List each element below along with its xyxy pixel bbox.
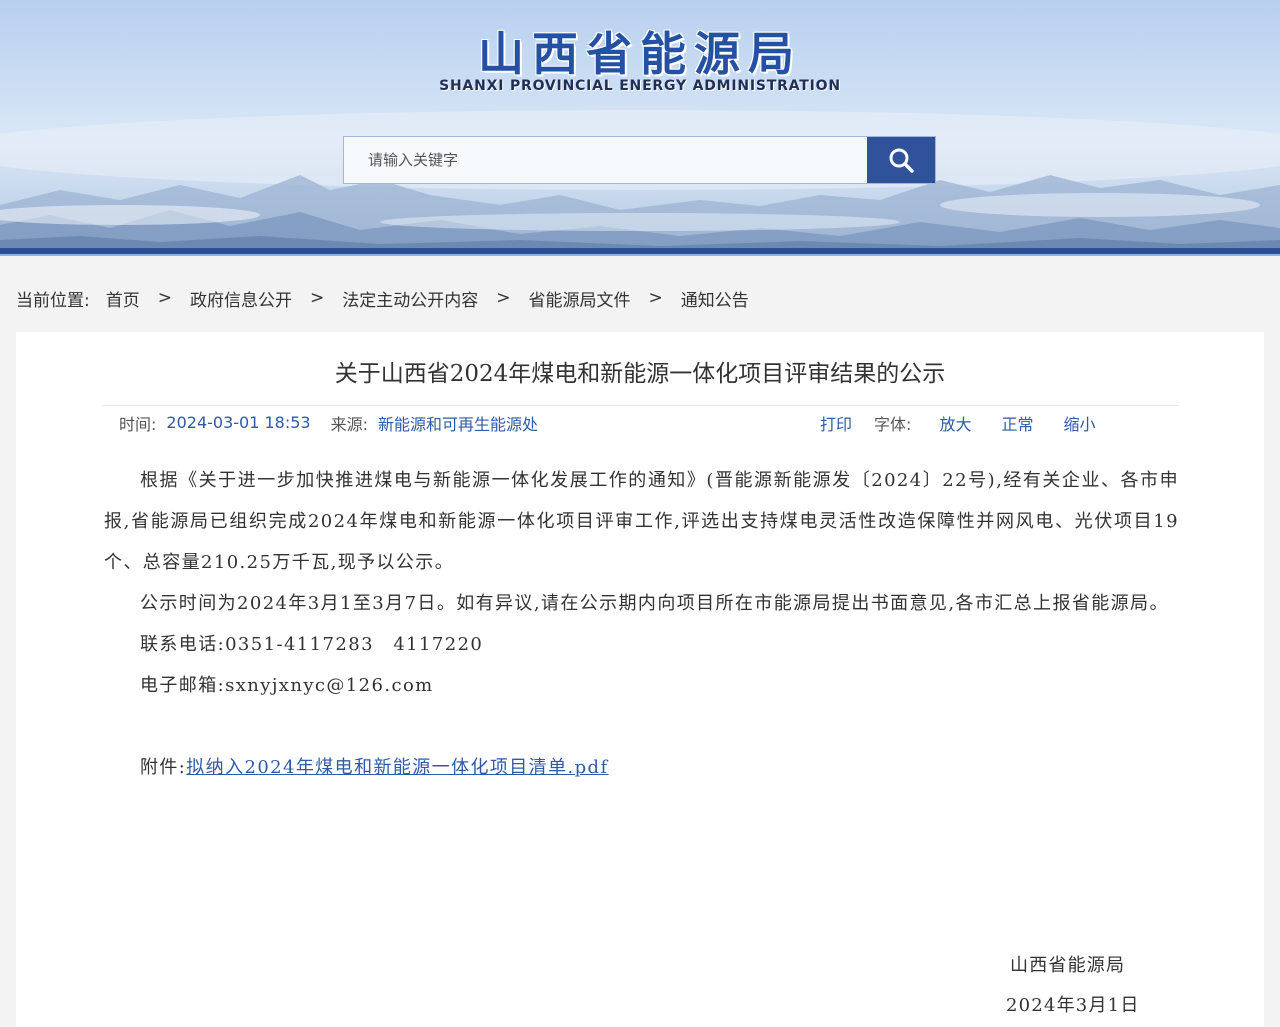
signature-date: 2024年3月1日 xyxy=(1006,995,1140,1016)
breadcrumb-label: 当前位置: xyxy=(16,290,90,311)
signature-org: 山西省能源局 xyxy=(1010,955,1126,976)
header-banner: 山西省能源局 SHANXI PROVINCIAL ENERGY ADMINIST… xyxy=(0,0,1280,256)
site-logo-title[interactable]: 山西省能源局 xyxy=(0,18,1280,84)
contact-phone: 联系电话:0351-4117283 4117220 xyxy=(140,634,484,655)
font-large-button[interactable]: 放大 xyxy=(939,411,971,435)
print-button[interactable]: 打印 xyxy=(820,411,852,435)
attachment-link[interactable]: 拟纳入2024年煤电和新能源一体化项目清单.pdf xyxy=(186,757,608,778)
search-icon xyxy=(889,148,914,173)
article-source: 新能源和可再生能源处 xyxy=(378,414,539,434)
attachment-row: 附件:拟纳入2024年煤电和新能源一体化项目清单.pdf xyxy=(104,747,1179,788)
time-label: 时间: xyxy=(119,414,157,434)
font-normal-button[interactable]: 正常 xyxy=(1001,411,1033,435)
banner-divider-light xyxy=(0,254,1280,256)
breadcrumb-separator: > xyxy=(648,288,663,308)
attachment-label: 附件: xyxy=(140,757,187,778)
contact-email: 电子邮箱:sxnyjxnyc@126.com xyxy=(140,675,434,696)
breadcrumb: 当前位置: 首页 > 政府信息公开 > 法定主动公开内容 > 省能源局文件 > … xyxy=(16,286,749,311)
publish-time: 2024-03-01 18:53 xyxy=(166,413,311,432)
search-box xyxy=(343,136,936,184)
font-size-label: 字体: xyxy=(874,414,912,434)
signature-block: 山西省能源局 2024年3月1日 xyxy=(1006,946,1166,1026)
article-panel: 关于山西省2024年煤电和新能源一体化项目评审结果的公示 时间: 2024-03… xyxy=(16,332,1264,1027)
source-label: 来源: xyxy=(330,414,368,434)
breadcrumb-notices[interactable]: 通知公告 xyxy=(681,286,749,311)
article-paragraph: 根据《关于进一步加快推进煤电与新能源一体化发展工作的通知》(晋能源新能源发〔20… xyxy=(104,470,1179,573)
breadcrumb-separator: > xyxy=(496,288,511,308)
article-title: 关于山西省2024年煤电和新能源一体化项目评审结果的公示 xyxy=(334,361,946,387)
breadcrumb-separator: > xyxy=(157,288,172,308)
font-small-button[interactable]: 缩小 xyxy=(1063,411,1095,435)
search-button[interactable] xyxy=(867,137,935,183)
site-logo-subtitle: SHANXI PROVINCIAL ENERGY ADMINISTRATION xyxy=(439,78,841,94)
breadcrumb-separator: > xyxy=(309,288,325,308)
breadcrumb-home[interactable]: 首页 xyxy=(106,286,140,311)
article-meta-bar: 时间: 2024-03-01 18:53 来源: 新能源和可再生能源处 打印 字… xyxy=(102,405,1179,439)
breadcrumb-gov-info[interactable]: 政府信息公开 xyxy=(190,286,292,311)
search-input[interactable] xyxy=(344,137,867,183)
article-paragraph: 公示时间为2024年3月1至3月7日。如有异议,请在公示期内向项目所在市能源局提… xyxy=(140,593,1169,614)
breadcrumb-statutory-content[interactable]: 法定主动公开内容 xyxy=(342,286,478,311)
article-body: 根据《关于进一步加快推进煤电与新能源一体化发展工作的通知》(晋能源新能源发〔20… xyxy=(104,460,1179,788)
breadcrumb-bureau-docs[interactable]: 省能源局文件 xyxy=(528,286,630,311)
